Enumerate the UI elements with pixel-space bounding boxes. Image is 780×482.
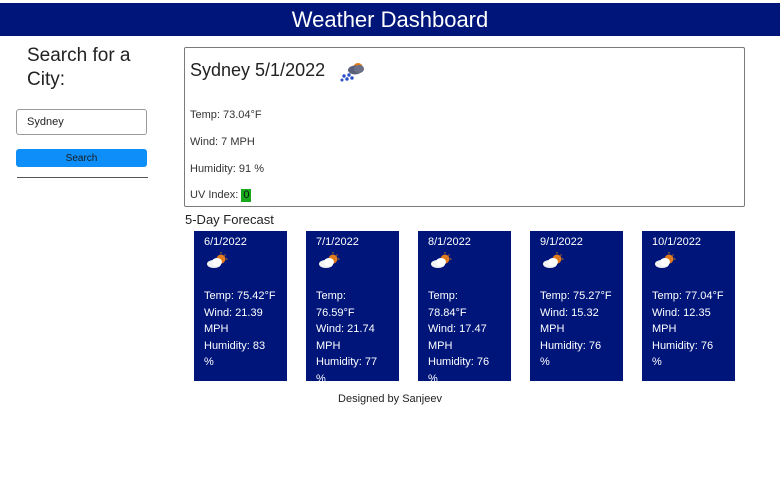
forecast-detail-line: 76.59°F — [316, 306, 355, 319]
page-title: Weather Dashboard — [291, 6, 489, 32]
current-temp: Temp: 73.04°F — [190, 109, 262, 121]
forecast-detail-line: Temp: 75.42°F — [204, 290, 276, 302]
forecast-detail-line: Humidity: 77 — [316, 356, 378, 368]
forecast-detail-line: % — [652, 356, 662, 368]
cloud-rain-sun-icon — [340, 60, 368, 89]
search-button[interactable]: Search — [16, 149, 147, 167]
forecast-detail-line: Wind: 12.35 — [652, 306, 711, 319]
forecast-detail-line: % — [316, 372, 326, 385]
current-wind: Wind: 7 MPH — [190, 136, 255, 148]
forecast-detail-line: MPH — [652, 323, 677, 335]
forecast-detail-line: Humidity: 76 — [652, 339, 714, 352]
forecast-detail-line: Temp: — [316, 290, 346, 302]
cloud-sun-icon — [652, 250, 731, 288]
current-city-date: Sydney 5/1/2022 — [190, 60, 326, 80]
forecast-detail-line: MPH — [540, 323, 565, 335]
forecast-detail-line: % — [540, 356, 550, 368]
search-history-divider — [17, 177, 148, 178]
forecast-date: 6/1/2022 — [204, 236, 247, 248]
cloud-sun-icon — [316, 250, 395, 288]
cloud-sun-icon — [204, 250, 283, 288]
footer-credit: Designed by Sanjeev — [338, 393, 442, 405]
search-heading: Search for a City: — [27, 45, 131, 90]
uv-index-badge: 0 — [241, 189, 252, 202]
forecast-date: 9/1/2022 — [540, 236, 583, 248]
forecast-card: 9/1/2022 Temp: 75.27°F Wind: 15.32 MPH Humid… — [530, 231, 623, 381]
current-uv: UV Index: 0 — [190, 189, 252, 202]
current-humidity: Humidity: 91 % — [190, 163, 264, 175]
uv-label: UV Index: — [190, 189, 242, 201]
forecast-detail-line: Temp: — [428, 290, 458, 302]
forecast-detail-line: Humidity: 76 — [428, 356, 490, 368]
forecast-heading: 5-Day Forecast — [185, 212, 274, 227]
forecast-detail-line: 78.84°F — [428, 306, 467, 319]
forecast-detail-line: Wind: 15.32 — [540, 306, 599, 319]
forecast-date: 10/1/2022 — [652, 236, 701, 248]
forecast-detail-line: Wind: 17.47 — [428, 323, 487, 335]
app-header: Weather Dashboard — [0, 3, 780, 36]
forecast-detail-line: Temp: 75.27°F — [540, 290, 612, 302]
forecast-detail-line: % — [428, 372, 438, 385]
cloud-sun-icon — [428, 250, 507, 288]
forecast-card: 7/1/2022 Temp: 76.59°F Wind: 21.74 MPH Humidi… — [306, 231, 399, 385]
city-search-input[interactable] — [16, 109, 147, 135]
forecast-detail-line: Wind: 21.74 — [316, 323, 375, 335]
forecast-card: 10/1/2022 Temp: 77.04°F Wind: 12.35 MPH Humi… — [642, 231, 735, 381]
forecast-detail-line: MPH — [316, 339, 341, 352]
forecast-detail-line: MPH — [428, 339, 453, 352]
forecast-detail-line: % — [204, 356, 214, 368]
forecast-card: 8/1/2022 Temp: 78.84°F Wind: 17.47 MPH Humidi… — [418, 231, 511, 385]
forecast-detail-line: Temp: 77.04°F — [652, 290, 724, 302]
forecast-date: 8/1/2022 — [428, 236, 471, 248]
cloud-sun-icon — [540, 250, 619, 288]
forecast-detail-line: Wind: 21.39 — [204, 306, 263, 319]
forecast-detail-line: Humidity: 83 — [204, 339, 266, 352]
forecast-date: 7/1/2022 — [316, 236, 359, 248]
forecast-card: 6/1/2022 Temp: 75.42°F Wind: 21.39 MPH Humid… — [194, 231, 287, 381]
forecast-detail-line: MPH — [204, 323, 229, 335]
forecast-detail-line: Humidity: 76 — [540, 339, 602, 352]
current-weather-card: Sydney 5/1/2022 Temp: 73.04°F Wind: 7 MP… — [184, 47, 745, 207]
